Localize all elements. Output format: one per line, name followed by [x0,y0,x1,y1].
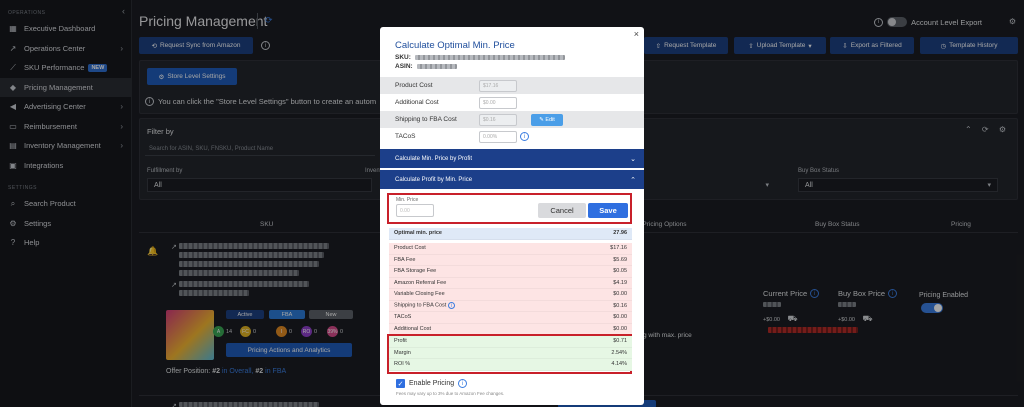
cost-row: TACoS $0.00 [389,312,632,324]
cost-value: $5.69 [613,256,627,263]
modal-title: Calculate Optimal Min. Price [395,40,515,51]
info-icon[interactable]: i [520,132,529,141]
result-label: Margin [394,349,411,356]
result-label: Profit [394,338,407,345]
shipping-cost-row: Shipping to FBA Cost $0.16 ✎ Edit [380,111,644,128]
tacos-label: TACoS [395,133,416,140]
additional-cost-row: Additional Cost $0.00 [380,94,644,111]
cost-value: $0.00 [613,291,627,298]
tacos-input[interactable]: 0.00% [479,130,517,143]
additional-cost-input[interactable]: $0.00 [479,96,517,109]
cost-row: Product Cost $17.16 [389,243,632,255]
tacos-row: TACoS 0.00% i [380,128,644,145]
enable-pricing-label: Enable Pricing [409,380,455,387]
result-row: Margin 2.54% [389,347,632,359]
result-row: ROI % 4.14% [389,359,632,371]
info-icon[interactable]: i [458,379,468,388]
chevron-down-icon: ⌄ [630,155,636,163]
enable-pricing-checkbox[interactable]: ✓ [396,379,405,388]
cancel-button[interactable]: Cancel [538,203,586,218]
result-value: $0.71 [613,338,627,345]
cost-row: FBA Fee $5.69 [389,254,632,266]
optimal-min-price-row: Optimal min. price 27.96 [389,228,632,240]
edit-shipping-button[interactable]: ✎ Edit [531,113,563,126]
save-button[interactable]: Save [588,203,628,218]
cost-label: Variable Closing Fee [394,291,445,298]
min-price-label: Min. Price [396,197,419,203]
profit-results-list: Profit $0.71 Margin 2.54% ROI % 4.14% [389,336,632,371]
accordion-profit-by-min-price[interactable]: Calculate Profit by Min. Price ⌃ [380,170,644,189]
cost-value: $0.05 [613,268,627,275]
additional-cost-label: Additional Cost [395,99,439,106]
cost-value: $0.00 [613,325,627,332]
cost-value: $0.16 [613,302,627,309]
accordion-min-price-by-profit[interactable]: Calculate Min. Price by Profit ⌄ [380,149,644,168]
optimal-label: Optimal min. price [394,230,442,237]
cost-value: $17.16 [610,245,627,252]
result-row: Profit $0.71 [389,336,632,348]
modal-asin: ASIN: [395,63,457,70]
product-cost-label: Product Cost [395,82,433,89]
asin-redacted [416,64,457,69]
shipping-cost-input[interactable]: $0.16 [479,113,517,126]
cost-row: Variable Closing Fee $0.00 [389,289,632,301]
min-price-input[interactable]: 0.00 [396,204,434,217]
product-cost-row: Product Cost $17.16 [380,77,644,94]
cost-label: Product Cost [394,245,426,252]
info-icon[interactable]: i [447,302,455,310]
cost-label: Amazon Referral Fee [394,279,447,286]
fee-note: Fees may vary up to 3% due to Amazon Fee… [396,391,505,396]
cost-label: TACoS [394,314,412,321]
sku-redacted [414,55,565,60]
asin-label: ASIN: [395,63,413,70]
cost-row: Shipping to FBA Cost i $0.16 [389,300,632,312]
cost-label: Shipping to FBA Cost [394,302,447,309]
chevron-up-icon: ⌃ [630,176,636,184]
modal-sku: SKU: [395,54,565,61]
optimal-value: 27.96 [613,230,627,237]
optimal-min-price-modal: × Calculate Optimal Min. Price SKU: ASIN… [380,27,644,405]
edit-label: Edit [545,116,555,123]
cost-value: $0.00 [613,314,627,321]
sku-label: SKU: [395,54,411,61]
result-value: 4.14% [611,361,627,368]
accordion-profit-label: Calculate Min. Price by Profit [395,155,473,162]
accordion-min-label: Calculate Profit by Min. Price [395,176,473,183]
cost-label: FBA Fee [394,256,416,263]
cost-row: FBA Storage Fee $0.05 [389,266,632,278]
shipping-cost-label: Shipping to FBA Cost [395,116,457,123]
cost-label: Additional Cost [394,325,431,332]
cost-row: Amazon Referral Fee $4.19 [389,277,632,289]
enable-pricing-row: ✓ Enable Pricing i [396,379,468,388]
product-cost-input[interactable]: $17.16 [479,79,517,92]
result-value: 2.54% [611,349,627,356]
cost-value: $4.19 [613,279,627,286]
cost-breakdown-list: Product Cost $17.16 FBA Fee $5.69 FBA Stor… [389,243,632,335]
close-icon[interactable]: × [634,29,639,39]
result-label: ROI % [394,361,411,368]
optimal-price-list: Optimal min. price 27.96 [389,228,632,240]
cost-label: FBA Storage Fee [394,268,437,275]
